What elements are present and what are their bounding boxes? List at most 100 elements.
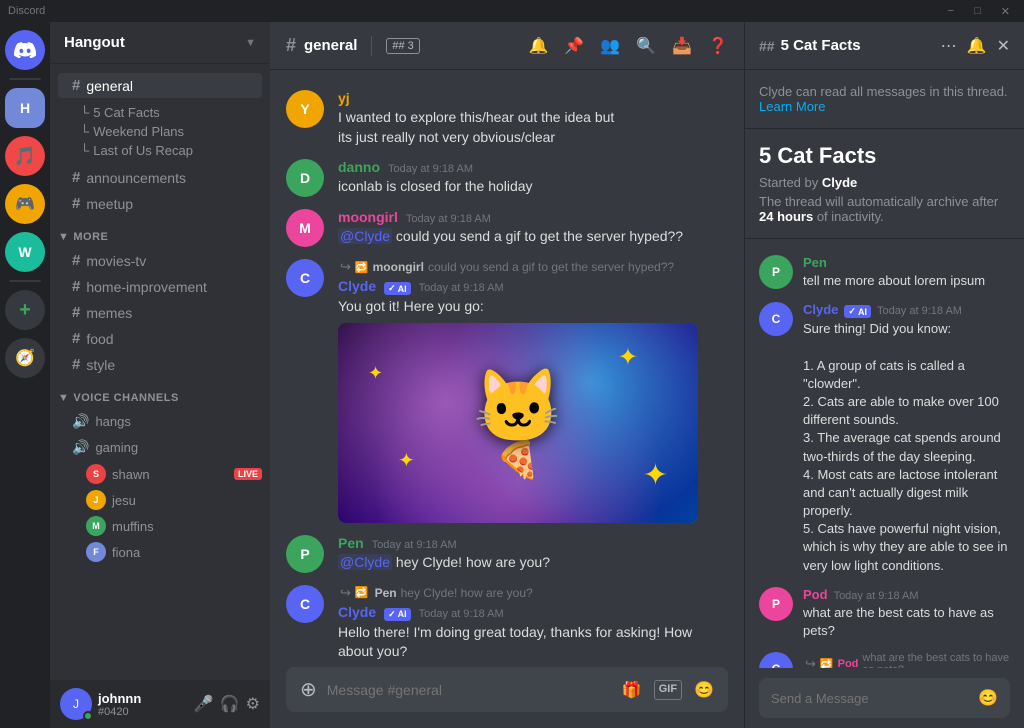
thread-started-title: 5 Cat Facts [759,143,1010,169]
message-content: yj I wanted to explore this/hear out the… [338,90,728,147]
list-item: C 🔁 Pod what are the best cats to have a… [745,646,1024,668]
attach-file-button[interactable]: ⊕ [300,677,317,702]
thread-item-lastofus[interactable]: └ Last of Us Recap [80,141,256,160]
thread-emoji-button[interactable]: 😊 [978,688,998,708]
thread-item-weekendplans[interactable]: └ Weekend Plans [80,122,256,141]
category-more[interactable]: ▼ MORE [50,217,270,247]
thread-count-badge[interactable]: ## 3 [386,38,419,54]
hash-icon-memes: # [72,304,80,321]
thread-more-button[interactable]: ⋯ [941,36,957,56]
window-controls[interactable]: − □ ✕ [942,5,1016,18]
thread-message-content: Clyde AI Today at 9:18 AM Sure thing! Di… [803,302,1010,575]
main-chat: # general ## 3 🔔 📌 👥 🔍 📥 ❓ Y [270,22,744,728]
avatar: Y [286,90,324,128]
voice-avatar-muffins: M [86,516,106,536]
header-icons: 🔔 📌 👥 🔍 📥 ❓ [528,36,728,56]
add-server-button[interactable]: + [5,290,45,330]
message-content: 🔁 moongirl could you send a gif to get t… [338,259,728,523]
notifications-button[interactable]: 🔔 [528,36,548,56]
members-button[interactable]: 👥 [600,36,620,56]
channel-item-announcements[interactable]: # announcements [58,165,262,190]
thread-message-header: Pen [803,255,1010,270]
chat-input[interactable] [327,682,612,698]
gift-button[interactable]: 🎁 [622,680,642,700]
thread-started-info: 5 Cat Facts Started by Clyde The thread … [745,129,1024,239]
mention: @Clyde [338,228,392,244]
voice-channel-gaming[interactable]: 🔊 gaming [58,435,262,460]
thread-message-timestamp: Today at 9:18 AM [877,305,962,317]
thread-message-text: what are the best cats to have as pets? [803,604,1010,640]
channel-item-memes[interactable]: # memes [58,300,262,325]
server-icon-2[interactable]: 🎵 [5,136,45,176]
channel-item-style[interactable]: # style [58,352,262,377]
channel-hash-icon: # [286,35,296,56]
maximize-button[interactable]: □ [968,5,987,17]
list-item: C Clyde AI Today at 9:18 AM Sure thing! … [745,296,1024,581]
thread-item-5catfacts[interactable]: └ 5 Cat Facts [80,103,256,122]
mention: @Clyde [338,554,392,570]
emoji-button[interactable]: 😊 [694,680,714,700]
mic-button[interactable]: 🎤 [194,694,214,714]
explore-servers-button[interactable]: 🧭 [5,338,45,378]
server-header-chevron: ▼ [245,37,256,49]
table-row: Y yj I wanted to explore this/hear out t… [270,86,744,151]
inbox-button[interactable]: 📥 [672,36,692,56]
chat-input-box: ⊕ 🎁 GIF 😊 [286,667,728,712]
message-author: moongirl [338,209,398,225]
minimize-button[interactable]: − [942,5,960,17]
reply-author: Pen [375,586,397,600]
channel-item-movies-tv[interactable]: # movies-tv [58,248,262,273]
hash-icon-home: # [72,278,80,295]
help-button[interactable]: ❓ [708,36,728,56]
hash-icon-movies: # [72,252,80,269]
list-item: P Pen tell me more about lorem ipsum [745,249,1024,296]
reply-text: hey Clyde! how are you? [401,586,533,600]
pins-button[interactable]: 📌 [564,36,584,56]
thread-reply-preview: 🔁 Pod what are the best cats to have as … [803,652,1010,668]
thread-close-button[interactable]: ✕ [997,36,1010,56]
voice-channel-hangs[interactable]: 🔊 hangs [58,409,262,434]
voice-member-shawn[interactable]: S shawn LIVE [50,461,270,487]
server-icon-3[interactable]: 🎮 [5,184,45,224]
close-button[interactable]: ✕ [995,5,1016,18]
server-icon-hangout[interactable]: H [5,88,45,128]
message-header: moongirl Today at 9:18 AM [338,209,728,225]
avatar: C [286,585,324,623]
search-button[interactable]: 🔍 [636,36,656,56]
voice-member-muffins[interactable]: M muffins [50,513,270,539]
headphone-button[interactable]: 🎧 [220,694,240,714]
settings-button[interactable]: ⚙ [246,694,260,714]
channel-item-general[interactable]: # general [58,73,262,98]
server-icon-4[interactable]: W [5,232,45,272]
thread-avatar: P [759,587,793,621]
channel-item-meetup[interactable]: # meetup [58,191,262,216]
channel-item-home-improvement[interactable]: # home-improvement [58,274,262,299]
live-badge: LIVE [234,468,262,480]
thread-message-content: 🔁 Pod what are the best cats to have as … [803,652,1010,668]
server-name[interactable]: Hangout ▼ [50,22,270,64]
thread-message-input[interactable] [771,691,970,706]
message-timestamp: Today at 9:18 AM [419,608,504,620]
thread-notifications-button[interactable]: 🔔 [967,36,987,56]
message-author: Clyde [338,604,376,620]
category-voice[interactable]: ▼ VOICE CHANNELS [50,378,270,408]
user-discriminator: #0420 [98,706,188,718]
thread-line-icon: └ [80,105,89,120]
threads-section: └ 5 Cat Facts └ Weekend Plans └ Last of … [50,99,270,164]
avatar: P [286,535,324,573]
voice-avatar-fiona: F [86,542,106,562]
channel-item-food[interactable]: # food [58,326,262,351]
message-text: You got it! Here you go: [338,297,728,317]
learn-more-link[interactable]: Learn More [759,99,825,114]
reply-icon: 🔁 [820,658,834,668]
online-status-dot [83,711,93,721]
home-server-icon[interactable] [5,30,45,70]
hash-icon-ann: # [72,169,80,186]
thread-archive-note: The thread will automatically archive af… [759,194,1010,224]
gif-button[interactable]: GIF [654,680,682,700]
message-text: @Clyde hey Clyde! how are you? [338,553,728,573]
voice-member-fiona[interactable]: F fiona [50,539,270,565]
thread-line-icon-2: └ [80,124,89,139]
voice-member-jesu[interactable]: J jesu [50,487,270,513]
thread-message-header: Clyde AI Today at 9:18 AM [803,302,1010,318]
